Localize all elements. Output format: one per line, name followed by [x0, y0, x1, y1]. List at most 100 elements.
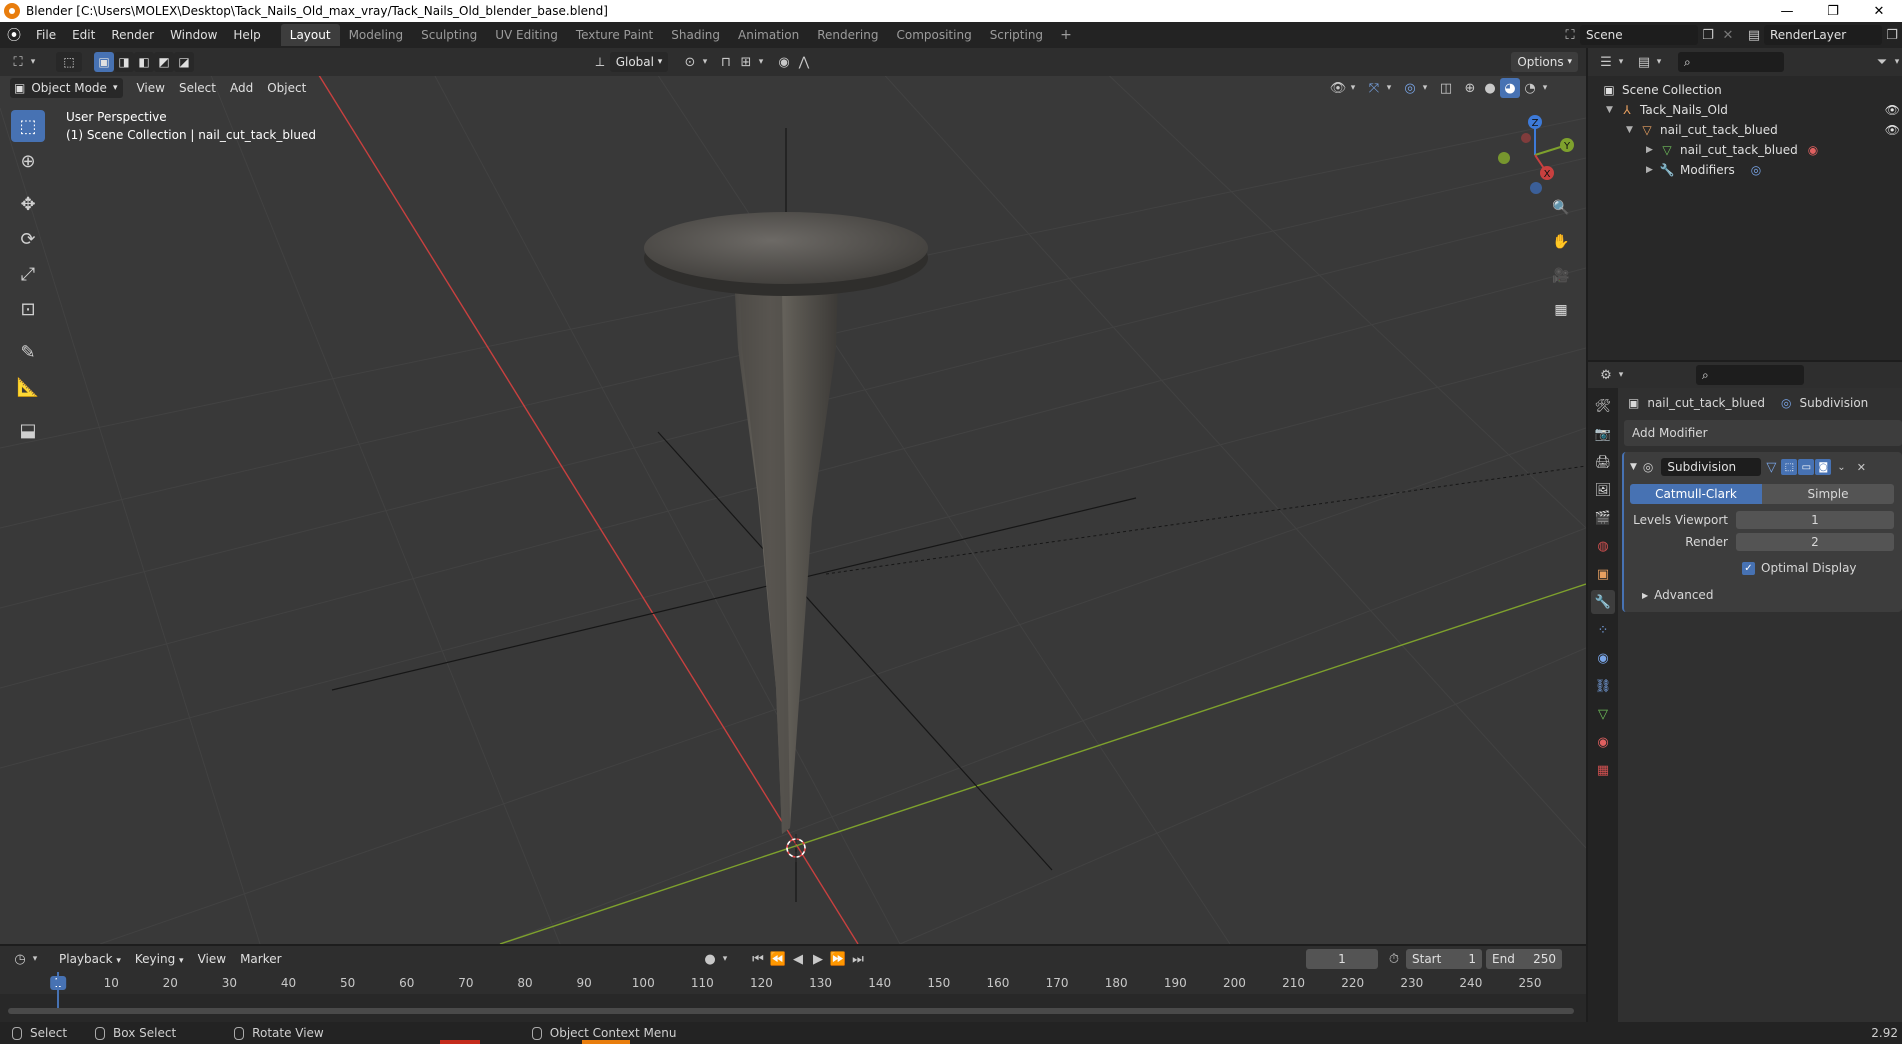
data-properties-icon[interactable]: ▽	[1591, 702, 1615, 726]
render-properties-icon[interactable]: 📷	[1591, 422, 1615, 446]
filter-icon[interactable]: ⏷	[1872, 52, 1892, 72]
view-layer-properties-icon[interactable]: 🖼	[1591, 478, 1615, 502]
select-intersect-icon[interactable]: ◪	[174, 52, 194, 72]
record-icon[interactable]: ●	[700, 949, 720, 969]
viewport-menu-select[interactable]: Select	[172, 81, 223, 95]
catmull-clark-button[interactable]: Catmull-Clark	[1630, 484, 1762, 504]
menu-edit[interactable]: Edit	[64, 22, 103, 48]
chevron-down-icon[interactable]: ▾	[1616, 365, 1626, 385]
add-cube-tool-icon[interactable]: ⬓	[11, 414, 45, 446]
menu-render[interactable]: Render	[103, 22, 162, 48]
outliner-item-tack-nails-old[interactable]: ▼ ⅄ Tack_Nails_Old 👁	[1588, 100, 1902, 120]
chevron-down-icon[interactable]: ▾	[1540, 78, 1550, 98]
xray-toggle-icon[interactable]: ◫	[1436, 78, 1456, 98]
chevron-down-icon[interactable]: ▾	[1420, 78, 1430, 98]
eye-icon[interactable]: 👁	[1885, 103, 1900, 117]
render-levels-field[interactable]: 2	[1736, 533, 1894, 551]
edit-mode-toggle-icon[interactable]: ⬚	[1781, 459, 1798, 475]
next-keyframe-icon[interactable]: ⏩	[828, 949, 848, 969]
tab-texture-paint[interactable]: Texture Paint	[567, 24, 662, 46]
chevron-down-icon[interactable]: ▾	[720, 949, 730, 969]
viewport-menu-view[interactable]: View	[129, 81, 171, 95]
options-dropdown[interactable]: Options ▾	[1511, 52, 1578, 72]
neg-x-axis-gizmo[interactable]	[1521, 133, 1531, 143]
object-mode-dropdown[interactable]: ▣ Object Mode ▾	[10, 78, 124, 98]
prev-keyframe-icon[interactable]: ⏪	[768, 949, 788, 969]
modifier-properties-icon[interactable]: 🔧	[1591, 590, 1615, 614]
tool-properties-icon[interactable]: 🛠	[1591, 394, 1615, 418]
chevron-down-icon[interactable]: ▾	[700, 52, 710, 72]
chevron-down-icon[interactable]: ▾	[30, 949, 40, 969]
play-reverse-icon[interactable]: ◀	[788, 949, 808, 969]
cursor-tool-icon[interactable]: ⊕	[11, 145, 45, 177]
zoom-icon[interactable]: 🔍	[1548, 195, 1574, 221]
tab-rendering[interactable]: Rendering	[808, 24, 887, 46]
transform-tool-icon[interactable]: ⊡	[11, 293, 45, 325]
tab-uv-editing[interactable]: UV Editing	[486, 24, 567, 46]
outliner-item-nail-mesh[interactable]: ▶ ▽ nail_cut_tack_blued ◉	[1588, 140, 1902, 160]
frame-ruler[interactable]: 1102030405060708090100110120130140150160…	[0, 972, 1586, 994]
object-properties-icon[interactable]: ▣	[1591, 562, 1615, 586]
tab-modeling[interactable]: Modeling	[340, 24, 413, 46]
visibility-icon[interactable]: 👁	[1328, 78, 1348, 98]
material-properties-icon[interactable]: ◉	[1591, 730, 1615, 754]
timeline-menu-playback[interactable]: Playback ▾	[52, 952, 128, 966]
tab-layout[interactable]: Layout	[280, 24, 340, 46]
viewport-menu-object[interactable]: Object	[260, 81, 313, 95]
select-extend-icon[interactable]: ◨	[114, 52, 134, 72]
camera-view-icon[interactable]: 🎥	[1548, 263, 1574, 289]
timeline[interactable]: 1102030405060708090100110120130140150160…	[0, 972, 1586, 1022]
particles-properties-icon[interactable]: ⁘	[1591, 618, 1615, 642]
end-frame-field[interactable]: End 250	[1486, 949, 1562, 969]
render-toggle-icon[interactable]: ◙	[1815, 459, 1832, 475]
outliner-item-nail-object[interactable]: ▼ ▽ nail_cut_tack_blued 👁	[1588, 120, 1902, 140]
navigation-gizmo[interactable]: Z Y X	[1490, 110, 1580, 200]
levels-viewport-field[interactable]: 1	[1736, 511, 1894, 529]
properties-editor-icon[interactable]: ⚙	[1596, 365, 1616, 385]
play-icon[interactable]: ▶	[808, 949, 828, 969]
outliner-item-modifiers[interactable]: ▶ 🔧 Modifiers ◎	[1588, 160, 1902, 180]
menu-window[interactable]: Window	[162, 22, 225, 48]
pan-hand-icon[interactable]: ✋	[1548, 229, 1574, 255]
scene-properties-icon[interactable]: 🎬	[1591, 506, 1615, 530]
select-difference-icon[interactable]: ◩	[154, 52, 174, 72]
timeline-editor-icon[interactable]: ◷	[10, 949, 30, 969]
chevron-down-icon[interactable]: ▾	[1654, 52, 1664, 72]
outliner-editor-icon[interactable]: ☰	[1596, 52, 1616, 72]
tab-animation[interactable]: Animation	[729, 24, 808, 46]
add-workspace-icon[interactable]: +	[1052, 27, 1080, 43]
scene-name-field[interactable]: Scene	[1580, 25, 1698, 45]
timeline-scrollbar[interactable]	[8, 1008, 1574, 1014]
expand-triangle-icon[interactable]: ▶	[1646, 145, 1658, 155]
blender-logo-icon[interactable]: ⦿	[0, 22, 28, 48]
jump-start-icon[interactable]: ⏮	[748, 949, 768, 969]
neg-z-axis-gizmo[interactable]	[1530, 182, 1542, 194]
outliner-search-input[interactable]: ⌕	[1678, 52, 1784, 72]
overlay-toggle-icon[interactable]: ◎	[1400, 78, 1420, 98]
scene-selector-icon[interactable]: ⛶	[1560, 25, 1580, 45]
chevron-down-icon[interactable]: ▾	[28, 52, 38, 72]
chevron-down-icon[interactable]: ▾	[1892, 52, 1902, 72]
physics-properties-icon[interactable]: ◉	[1591, 646, 1615, 670]
view-layer-icon[interactable]: ▤	[1744, 25, 1764, 45]
viewport-menu-add[interactable]: Add	[223, 81, 260, 95]
gizmo-toggle-icon[interactable]: ⤧	[1364, 78, 1384, 98]
outliner-scene-collection[interactable]: ▣ Scene Collection	[1588, 80, 1902, 100]
timeline-menu-marker[interactable]: Marker	[233, 952, 288, 966]
tab-compositing[interactable]: Compositing	[887, 24, 980, 46]
properties-search-input[interactable]: ⌕	[1696, 365, 1804, 385]
scale-tool-icon[interactable]: ⤢	[11, 258, 45, 290]
render-layer-field[interactable]: RenderLayer	[1764, 25, 1882, 45]
material-shading-icon[interactable]: ◕	[1500, 78, 1520, 98]
chevron-down-icon[interactable]: ▾	[1348, 78, 1358, 98]
expand-triangle-icon[interactable]: ▼	[1626, 125, 1638, 135]
new-layer-icon[interactable]: ❐	[1882, 25, 1902, 45]
tab-sculpting[interactable]: Sculpting	[412, 24, 486, 46]
start-frame-field[interactable]: Start 1	[1406, 949, 1482, 969]
eye-icon[interactable]: 👁	[1885, 123, 1900, 137]
solid-shading-icon[interactable]: ●	[1480, 78, 1500, 98]
preview-range-icon[interactable]: ⏱	[1384, 949, 1404, 969]
new-scene-icon[interactable]: ❐	[1698, 25, 1718, 45]
advanced-subpanel[interactable]: ▶ Advanced	[1642, 586, 1902, 604]
world-properties-icon[interactable]: ◍	[1591, 534, 1615, 558]
